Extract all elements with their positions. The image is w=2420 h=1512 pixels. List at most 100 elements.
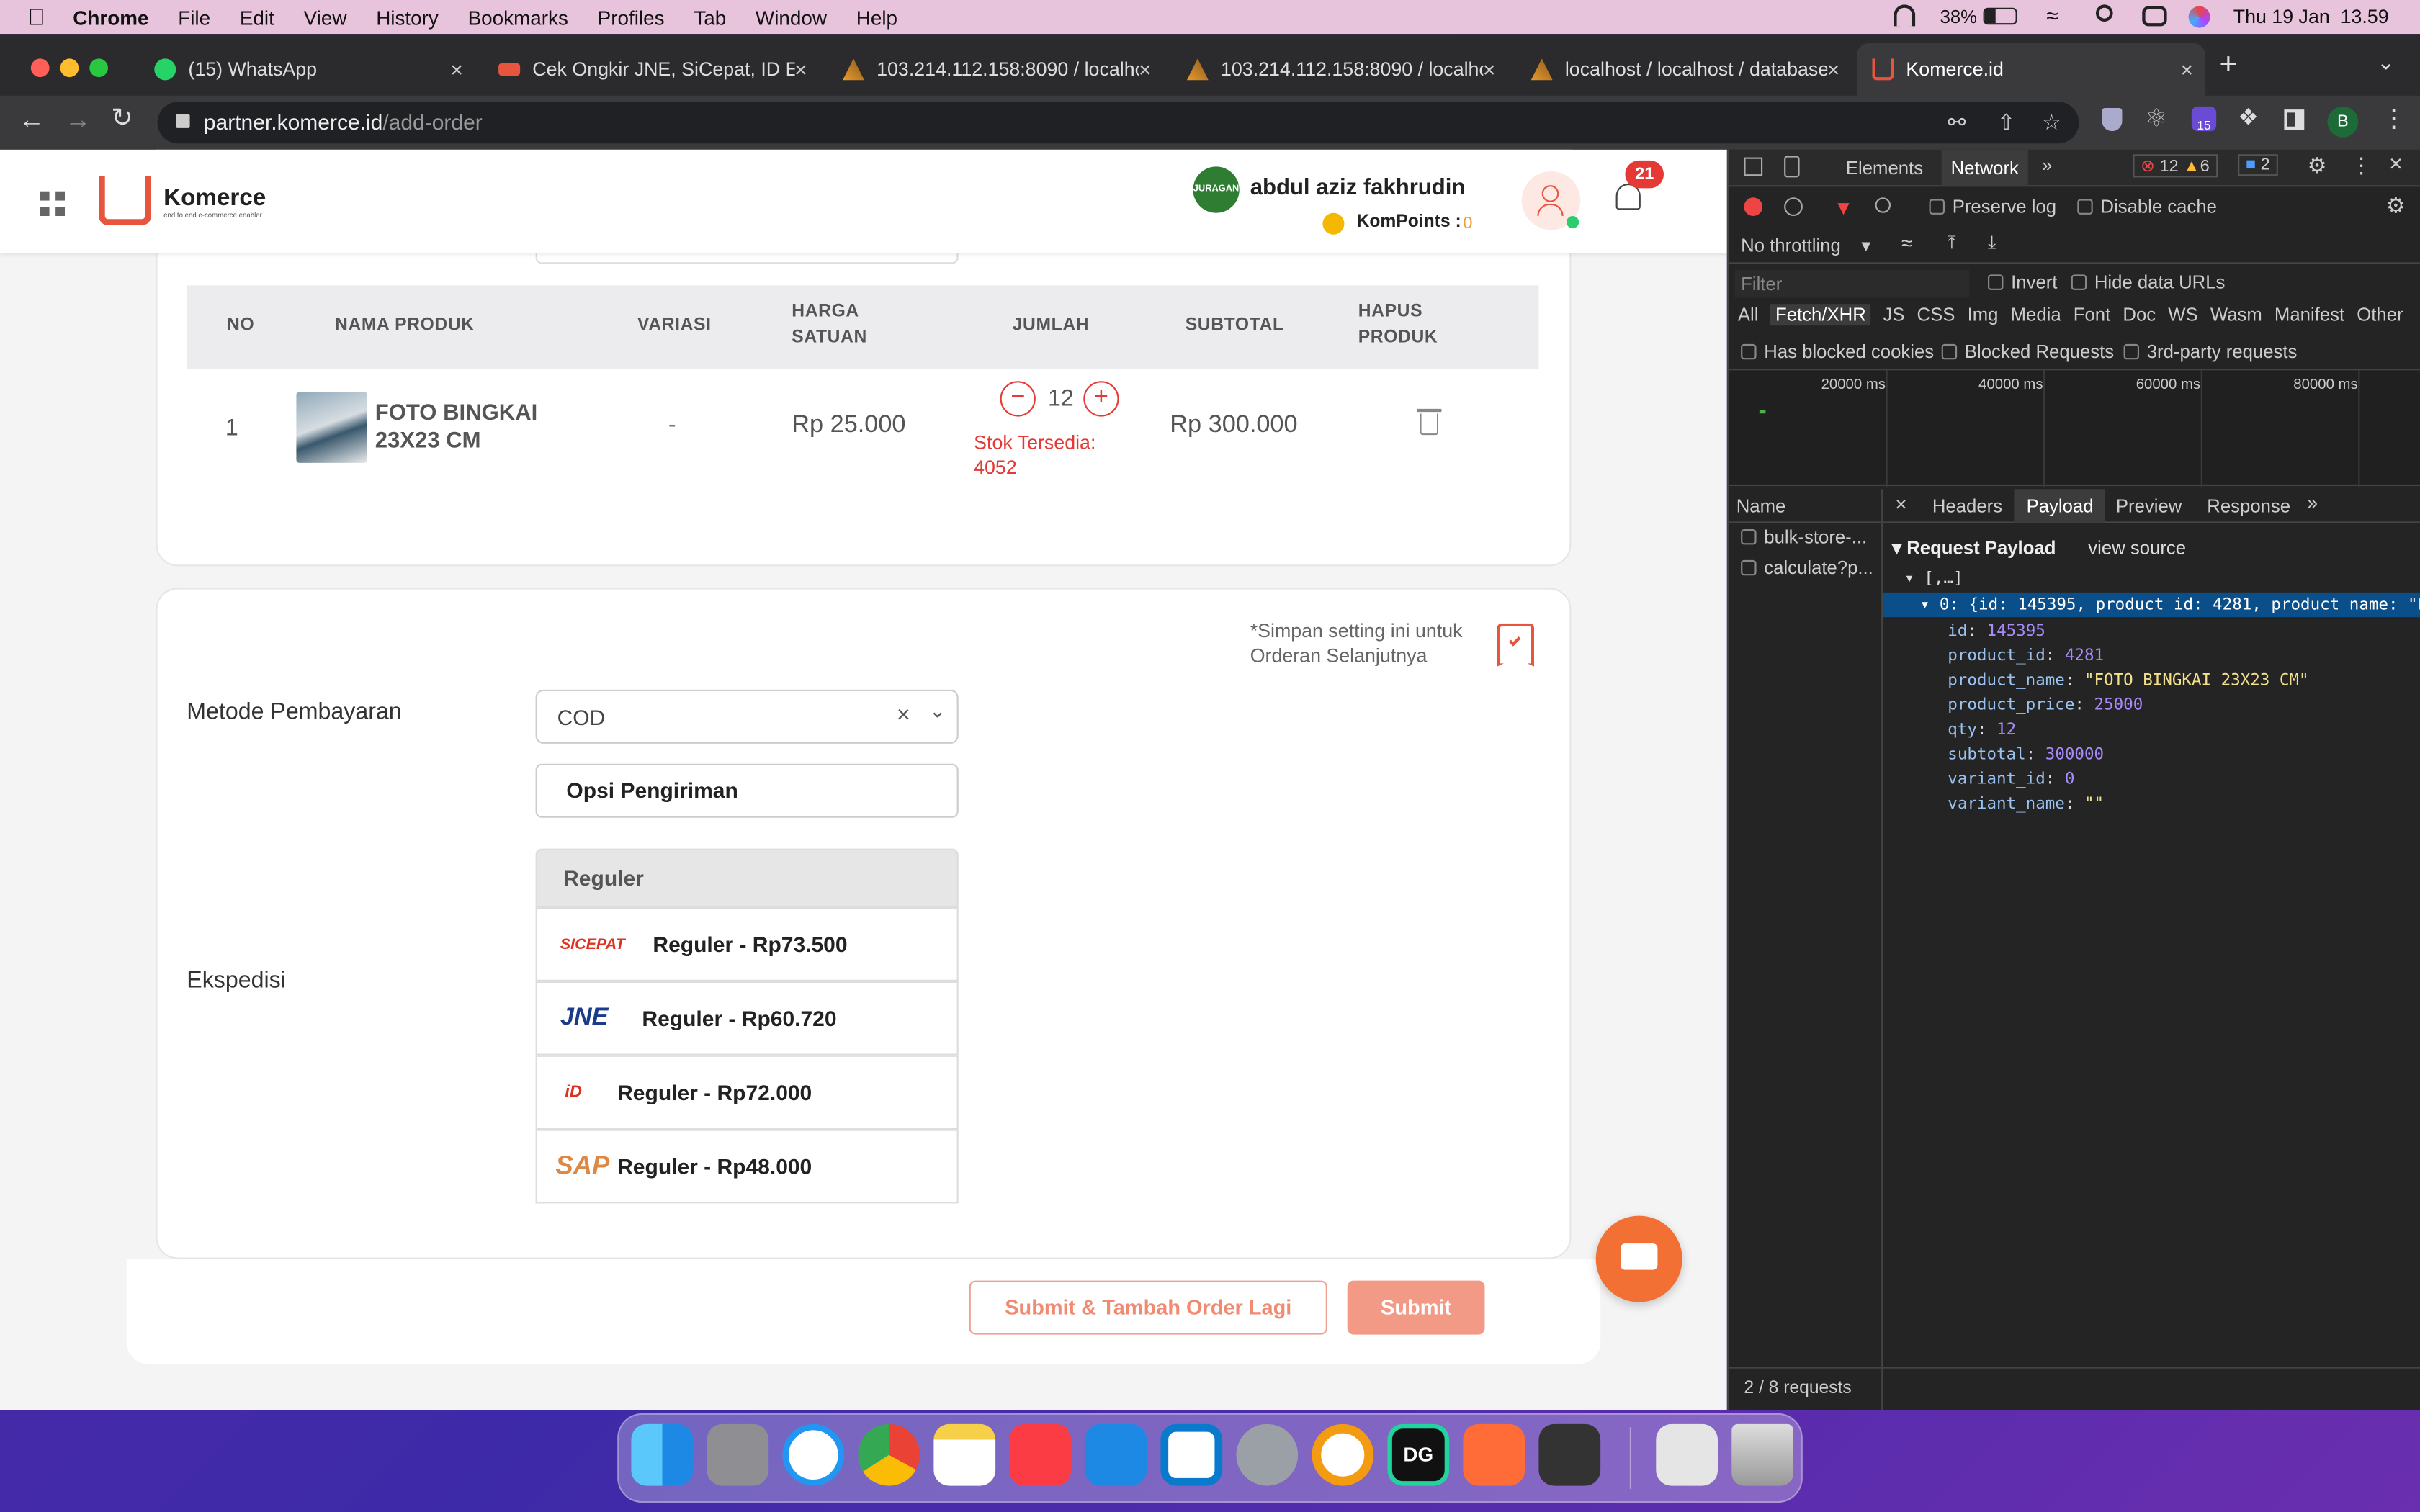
new-tab-button[interactable]: + xyxy=(2219,48,2237,83)
tab-payload[interactable]: Payload xyxy=(2014,489,2106,523)
tab-search-chevron-icon[interactable]: ⌄ xyxy=(2377,50,2395,76)
postman-icon[interactable] xyxy=(1463,1423,1525,1486)
submit-and-add-order-button[interactable]: Submit & Tambah Order Lagi xyxy=(969,1280,1327,1335)
blocked-cookies-checkbox[interactable]: Has blocked cookies xyxy=(1741,341,1934,363)
chrome-menu-icon[interactable]: ⋮ xyxy=(2381,104,2406,135)
export-har-icon[interactable]: ⤓ xyxy=(1988,231,1996,254)
back-button[interactable]: ← xyxy=(19,105,45,136)
name-column-header[interactable]: Name xyxy=(1736,495,1786,517)
invert-checkbox[interactable]: Invert xyxy=(1988,271,2057,293)
search-icon[interactable] xyxy=(2096,4,2113,22)
extensions-puzzle-icon[interactable]: ❖ xyxy=(2238,104,2259,131)
clear-icon[interactable]: × xyxy=(897,702,910,728)
record-button[interactable] xyxy=(1744,197,1763,216)
qty-plus-button[interactable]: + xyxy=(1083,381,1119,417)
payload-object-line[interactable]: ▾ 0: {id: 145395, product_id: 4281, prod… xyxy=(1883,592,2420,618)
system-preferences-icon[interactable] xyxy=(1236,1423,1299,1486)
filter-wasm[interactable]: Wasm xyxy=(2210,304,2262,325)
preserve-log-checkbox[interactable]: Preserve log xyxy=(1929,196,2056,217)
close-tab-icon[interactable]: × xyxy=(1483,57,1496,81)
key-icon[interactable]: ⚯ xyxy=(1948,102,1966,143)
tab-cek-ongkir[interactable]: Cek Ongkir JNE, SiCepat, ID Ex × xyxy=(483,43,820,96)
throttling-select[interactable]: No throttling ▾ xyxy=(1741,235,1870,256)
filter-font[interactable]: Font xyxy=(2074,304,2110,325)
filter-ws[interactable]: WS xyxy=(2168,304,2197,325)
safari-icon[interactable] xyxy=(782,1423,845,1486)
tab-phpmyadmin-2[interactable]: 103.214.112.158:8090 / localho × xyxy=(1171,43,1507,96)
filter-doc[interactable]: Doc xyxy=(2123,304,2156,325)
close-window-button[interactable] xyxy=(30,58,50,78)
shipping-option-idexpress[interactable]: iD Reguler - Rp72.000 xyxy=(535,1055,959,1130)
payload-array-line[interactable]: ▾ [,…] xyxy=(1904,570,1963,588)
menu-edit[interactable]: Edit xyxy=(240,6,274,29)
shipping-option-sap[interactable]: SAP Reguler - Rp48.000 xyxy=(535,1129,959,1204)
music-icon[interactable] xyxy=(1009,1423,1072,1486)
tab-preview[interactable]: Preview xyxy=(2116,495,2182,517)
clear-icon[interactable] xyxy=(1784,197,1803,216)
clock[interactable]: Thu 19 Jan 13.59 xyxy=(2233,6,2389,28)
tab-phpmyadmin-3[interactable]: localhost / localhost / database × xyxy=(1515,43,1852,96)
notes-icon[interactable] xyxy=(933,1423,996,1486)
brand-name[interactable]: Komerce xyxy=(163,185,266,213)
filter-css[interactable]: CSS xyxy=(1917,304,1955,325)
request-payload-toggle[interactable]: ▾ Request Payload xyxy=(1892,537,2056,559)
filter-fetch-xhr[interactable]: Fetch/XHR xyxy=(1770,304,1871,326)
react-devtools-icon[interactable]: ⚛ xyxy=(2146,104,2168,135)
zoom-window-button[interactable] xyxy=(89,58,108,78)
reload-button[interactable]: ↻ xyxy=(111,104,133,135)
tab-response[interactable]: Response xyxy=(2207,495,2290,517)
menu-view[interactable]: View xyxy=(304,6,347,29)
vpn-icon[interactable] xyxy=(1312,1423,1374,1486)
calculator-icon[interactable] xyxy=(1538,1423,1601,1486)
forward-button[interactable]: → xyxy=(65,105,91,136)
payment-method-select[interactable]: COD × ⌄ xyxy=(535,689,959,744)
profile-avatar[interactable]: B xyxy=(2327,106,2359,138)
close-tab-icon[interactable]: × xyxy=(1139,57,1152,81)
menu-file[interactable]: File xyxy=(178,6,210,29)
more-tabs-icon[interactable]: » xyxy=(2042,154,2052,176)
qty-value[interactable]: 12 xyxy=(1048,386,1074,412)
third-party-checkbox[interactable]: 3rd-party requests xyxy=(2123,341,2297,363)
share-icon[interactable]: ⇧ xyxy=(1997,102,2015,143)
extension-shield-icon[interactable] xyxy=(2102,108,2123,132)
filter-input[interactable]: Filter xyxy=(1734,270,1970,298)
network-settings-icon[interactable]: ⚙ xyxy=(2386,193,2406,219)
disable-cache-checkbox[interactable]: Disable cache xyxy=(2077,196,2217,217)
filter-media[interactable]: Media xyxy=(2011,304,2061,325)
filter-funnel-icon[interactable]: ▼ xyxy=(1834,196,1854,219)
tab-headers[interactable]: Headers xyxy=(1932,495,2002,517)
wifi-icon[interactable]: ≈ xyxy=(2046,3,2058,27)
user-avatar[interactable] xyxy=(1521,171,1581,230)
bookmark-star-icon[interactable]: ☆ xyxy=(2042,102,2061,143)
launchpad-icon[interactable] xyxy=(707,1423,769,1486)
battery-icon[interactable] xyxy=(1983,7,2017,25)
trash-icon[interactable] xyxy=(1731,1423,1793,1486)
more-detail-tabs-icon[interactable]: » xyxy=(2308,492,2318,514)
siri-icon[interactable] xyxy=(2188,6,2210,28)
close-tab-icon[interactable]: × xyxy=(450,57,463,81)
inspect-element-icon[interactable] xyxy=(1744,157,1763,176)
devtools-menu-icon[interactable]: ⋮ xyxy=(2351,153,2372,179)
error-badge[interactable]: ⊗ 12 ▲6 xyxy=(2133,154,2218,178)
filter-manifest[interactable]: Manifest xyxy=(2275,304,2344,325)
app-menu[interactable]: Chrome xyxy=(73,6,148,29)
filter-other[interactable]: Other xyxy=(2357,304,2403,325)
close-tab-icon[interactable]: × xyxy=(794,57,807,81)
shipping-option-sicepat[interactable]: SICEPAT Reguler - Rp73.500 xyxy=(535,907,959,981)
close-details-icon[interactable]: × xyxy=(1895,492,1906,516)
vscode-icon[interactable] xyxy=(1160,1423,1223,1486)
app-store-icon[interactable] xyxy=(1085,1423,1147,1486)
finder-icon[interactable] xyxy=(631,1423,694,1486)
komerce-logo-icon[interactable] xyxy=(99,176,151,225)
url-bar[interactable]: partner.komerce.id/add-order ⚯ ⇧ ☆ xyxy=(157,102,2079,144)
shipping-option-jne[interactable]: JNE Reguler - Rp60.720 xyxy=(535,981,959,1056)
tab-network[interactable]: Network xyxy=(1941,149,2028,187)
request-item[interactable]: calculate?p... xyxy=(1729,557,1881,588)
request-item[interactable]: bulk-store-... xyxy=(1729,526,1881,557)
menu-history[interactable]: History xyxy=(376,6,439,29)
hide-data-urls-checkbox[interactable]: Hide data URLs xyxy=(2071,271,2225,293)
message-badge[interactable]: ■ 2 xyxy=(2238,154,2278,176)
apple-icon[interactable]:  xyxy=(28,4,45,30)
network-conditions-icon[interactable]: ≈ xyxy=(1901,231,1912,254)
blocked-requests-checkbox[interactable]: Blocked Requests xyxy=(1941,341,2114,363)
